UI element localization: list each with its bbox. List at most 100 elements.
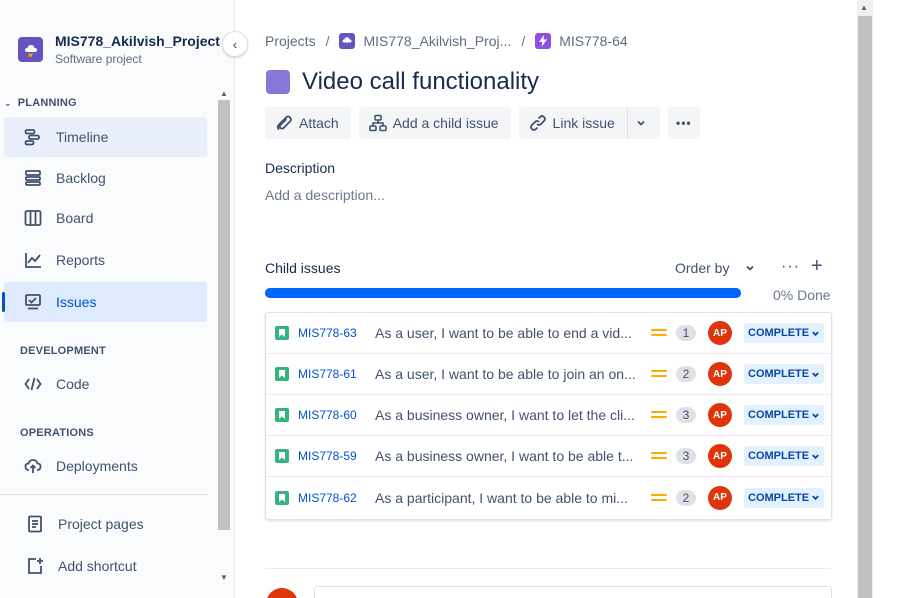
story-points-badge: 3	[676, 407, 696, 423]
attach-button[interactable]: Attach	[265, 107, 351, 139]
project-type: Software project	[55, 52, 142, 66]
section-development: DEVELOPMENT	[20, 345, 106, 357]
sidebar-item-label: Backlog	[56, 170, 106, 186]
board-icon	[22, 207, 44, 229]
attach-label: Attach	[299, 115, 339, 131]
status-dropdown[interactable]: COMPLETE	[744, 405, 825, 425]
story-points-badge: 2	[676, 366, 696, 382]
pages-icon	[24, 513, 46, 535]
issue-key-link[interactable]: MIS778-62	[298, 491, 357, 505]
order-by-label: Order by	[675, 260, 730, 276]
breadcrumb-projects[interactable]: Projects	[265, 33, 316, 49]
issue-key-link[interactable]: MIS778-59	[298, 449, 357, 463]
sidebar-item-label: Timeline	[56, 129, 109, 145]
status-dropdown[interactable]: COMPLETE	[744, 446, 825, 466]
chevron-down-icon	[637, 120, 645, 126]
issue-summary[interactable]: As a business owner, I want to be able t…	[375, 448, 635, 464]
breadcrumb-project[interactable]: MIS778_Akilvish_Proj...	[363, 33, 511, 49]
more-actions-button[interactable]: •••	[667, 107, 700, 139]
comment-input[interactable]	[314, 586, 832, 598]
section-planning[interactable]: ⌄ PLANNING	[4, 97, 77, 109]
issue-summary[interactable]: As a participant, I want to be able to m…	[375, 490, 635, 506]
issues-icon	[22, 291, 44, 313]
story-icon	[275, 449, 289, 463]
issue-key-link[interactable]: MIS778-61	[298, 367, 357, 381]
reports-icon	[22, 249, 44, 271]
issue-view: Projects / MIS778_Akilvish_Proj... / MIS…	[236, 0, 856, 598]
project-avatar-icon	[18, 37, 43, 62]
avatar[interactable]: AP	[708, 485, 732, 510]
sidebar-item-timeline[interactable]: Timeline	[4, 117, 207, 157]
table-row[interactable]: MIS778-60 As a business owner, I want to …	[266, 395, 831, 436]
timeline-icon	[22, 126, 44, 148]
project-name: MIS778_Akilvish_Project	[55, 33, 220, 49]
hierarchy-icon	[368, 114, 387, 132]
project-avatar-icon	[339, 33, 356, 49]
avatar[interactable]: AP	[708, 444, 732, 468]
sidebar-item-issues[interactable]: Issues	[2, 282, 207, 322]
chevron-down-icon	[812, 413, 819, 418]
deployments-icon	[22, 455, 44, 477]
status-dropdown[interactable]: COMPLETE	[744, 364, 825, 384]
status-label: COMPLETE	[748, 450, 810, 462]
activity-divider	[265, 568, 831, 569]
avatar[interactable]: AP	[708, 321, 732, 345]
sidebar-item-add-shortcut[interactable]: Add shortcut	[4, 546, 207, 586]
page-scroll-thumb[interactable]	[858, 16, 872, 598]
sidebar-item-backlog[interactable]: Backlog	[4, 158, 207, 198]
collapse-sidebar-button[interactable]: ‹	[222, 31, 248, 57]
link-issue-label: Link issue	[552, 115, 615, 131]
description-input[interactable]: Add a description...	[265, 187, 385, 203]
epic-icon	[266, 70, 290, 94]
breadcrumb: Projects / MIS778_Akilvish_Proj... / MIS…	[265, 33, 628, 49]
sidebar-item-label: Code	[56, 376, 90, 392]
status-dropdown[interactable]: COMPLETE	[744, 323, 825, 343]
child-issues-table: MIS778-63 As a user, I want to be able to…	[265, 312, 832, 520]
add-child-issue-plus-button[interactable]: +	[811, 255, 823, 278]
issue-summary[interactable]: As a user, I want to be able to join an …	[375, 366, 635, 382]
issue-summary[interactable]: As a business owner, I want to let the c…	[375, 407, 635, 423]
table-row[interactable]: MIS778-59 As a business owner, I want to …	[266, 436, 831, 477]
story-icon	[275, 408, 289, 422]
breadcrumb-issue-key[interactable]: MIS778-64	[559, 33, 627, 49]
breadcrumb-separator: /	[325, 33, 330, 49]
sidebar-item-label: Board	[56, 210, 94, 226]
status-dropdown[interactable]: COMPLETE	[744, 487, 825, 508]
link-issue-button[interactable]: Link issue	[518, 107, 627, 139]
section-operations: OPERATIONS	[20, 427, 94, 439]
sidebar-item-reports[interactable]: Reports	[4, 240, 207, 280]
child-issues-title: Child issues	[265, 260, 341, 276]
project-header[interactable]: MIS778_Akilvish_Project Software project	[18, 33, 220, 66]
scroll-up-icon[interactable]: ▲	[860, 3, 868, 12]
child-issues-more-button[interactable]: ···	[781, 258, 800, 276]
sidebar-item-code[interactable]: Code	[4, 364, 207, 404]
issue-key-link[interactable]: MIS778-60	[298, 408, 357, 422]
issue-key-link[interactable]: MIS778-63	[298, 326, 357, 340]
sidebar-item-label: Issues	[56, 294, 97, 310]
issue-summary[interactable]: As a user, I want to be able to end a vi…	[375, 325, 635, 341]
issue-title[interactable]: Video call functionality	[302, 68, 539, 96]
backlog-icon	[22, 167, 44, 189]
page-scrollbar[interactable]: ▲	[857, 0, 873, 598]
story-icon	[275, 367, 289, 381]
priority-medium-icon	[651, 368, 667, 380]
paperclip-icon	[276, 115, 292, 131]
table-row[interactable]: MIS778-61 As a user, I want to be able to…	[266, 354, 831, 395]
sidebar-item-deployments[interactable]: Deployments	[4, 446, 207, 486]
sidebar-scrollbar[interactable]: ▲ ▼	[217, 87, 231, 587]
scroll-up-icon[interactable]: ▲	[219, 89, 229, 99]
table-row[interactable]: MIS778-63 As a user, I want to be able to…	[266, 313, 831, 354]
sidebar-scroll-thumb[interactable]	[218, 100, 230, 530]
avatar[interactable]: AP	[708, 403, 732, 427]
add-shortcut-icon	[24, 555, 46, 577]
sidebar-item-board[interactable]: Board	[4, 198, 207, 238]
add-child-issue-button[interactable]: Add a child issue	[358, 107, 511, 139]
table-row[interactable]: MIS778-62 As a participant, I want to be …	[266, 477, 831, 518]
link-issue-dropdown[interactable]	[626, 107, 660, 139]
avatar[interactable]: AP	[708, 362, 732, 386]
breadcrumb-separator: /	[521, 33, 526, 49]
scroll-down-icon[interactable]: ▼	[219, 573, 229, 583]
priority-medium-icon	[651, 409, 667, 421]
order-by-button[interactable]: Order by	[675, 260, 755, 276]
sidebar-item-project-pages[interactable]: Project pages	[4, 504, 207, 544]
